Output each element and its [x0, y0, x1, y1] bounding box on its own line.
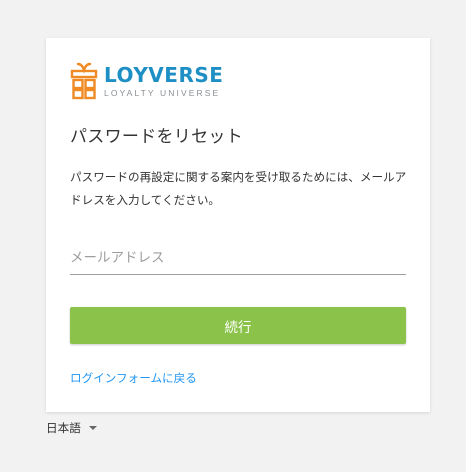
gift-box-icon — [70, 62, 98, 100]
email-field-wrapper — [70, 244, 406, 275]
language-selector[interactable]: 日本語 — [46, 420, 97, 436]
brand-logo: LOYVERSE LOYALTY UNIVERSE — [70, 62, 223, 100]
email-input[interactable] — [70, 244, 406, 272]
caret-down-icon — [88, 426, 97, 430]
language-label: 日本語 — [46, 421, 81, 435]
page-title: パスワードをリセット — [70, 127, 243, 147]
instructions-text: パスワードの再設定に関する案内を受け取るためには、メールアドレスを入力してくださ… — [70, 170, 407, 207]
continue-button[interactable]: 続行 — [70, 307, 406, 344]
reset-password-card: LOYVERSE LOYALTY UNIVERSE パスワードをリセット パスワ… — [46, 38, 430, 412]
brand-tagline: LOYALTY UNIVERSE — [104, 87, 221, 98]
brand-name: LOYVERSE — [104, 62, 224, 87]
back-to-login-link[interactable]: ログインフォームに戻る — [70, 370, 197, 386]
